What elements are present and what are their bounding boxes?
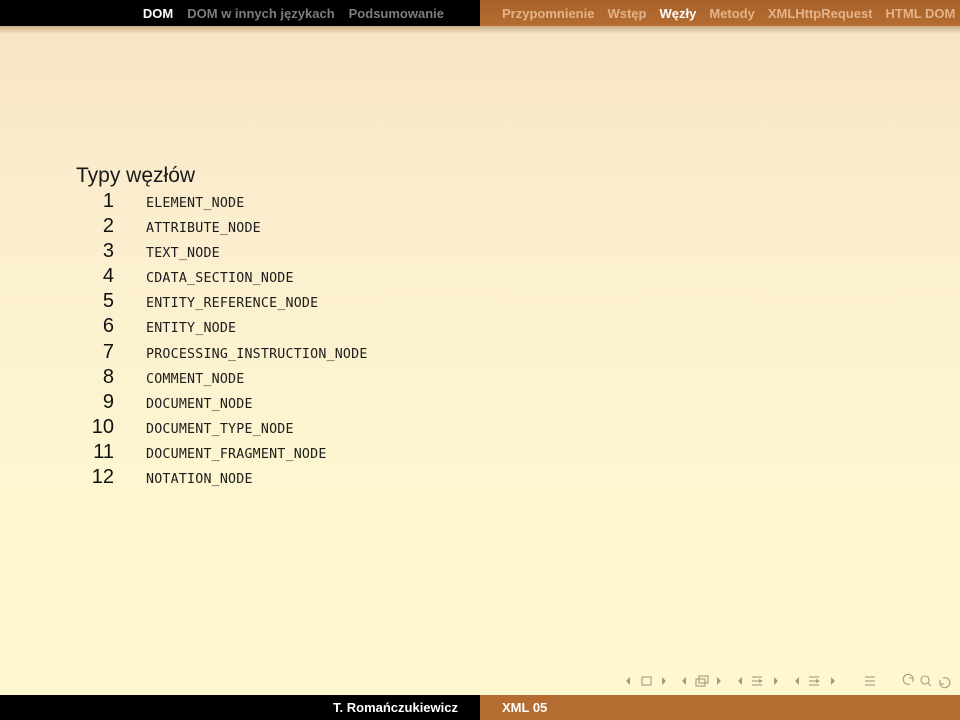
slide-icon[interactable] xyxy=(641,676,652,686)
next-frame-icon[interactable] xyxy=(717,677,721,685)
nav-link-xmlhttprequest[interactable]: XMLHttpRequest xyxy=(768,6,873,21)
node-type-name: PROCESSING_INSTRUCTION_NODE xyxy=(146,346,368,362)
list-item: 2 ATTRIBUTE_NODE xyxy=(76,215,368,240)
node-type-number: 10 xyxy=(91,415,114,438)
nav-link-dom[interactable]: DOM xyxy=(143,6,173,21)
next-section-icon[interactable] xyxy=(831,677,835,685)
node-type-number: 2 xyxy=(102,215,114,238)
node-type-name: DOCUMENT_FRAGMENT_NODE xyxy=(146,446,327,462)
section-icon[interactable] xyxy=(809,676,820,686)
node-type-name: ELEMENT_NODE xyxy=(146,196,245,211)
list-item: 10 DOCUMENT_TYPE_NODE xyxy=(76,416,368,441)
node-type-number: 8 xyxy=(102,365,114,388)
node-type-name: ENTITY_NODE xyxy=(146,321,237,337)
node-type-name: NOTATION_NODE xyxy=(146,472,253,488)
next-subsection-icon[interactable] xyxy=(774,677,778,685)
next-slide-icon[interactable] xyxy=(662,677,666,685)
list-item: 11 DOCUMENT_FRAGMENT_NODE xyxy=(76,441,368,466)
nav-link-nodes[interactable]: Węzły xyxy=(659,6,696,21)
node-type-name: COMMENT_NODE xyxy=(146,371,245,387)
node-type-name: TEXT_NODE xyxy=(146,246,220,262)
nav-link-intro[interactable]: Wstęp xyxy=(607,6,646,21)
list-item: 5 ENTITY_REFERENCE_NODE xyxy=(76,290,368,315)
nav-link-html-dom[interactable]: HTML DOM xyxy=(886,6,956,21)
nav-link-summary[interactable]: Podsumowanie xyxy=(349,6,444,21)
node-type-name: CDATA_SECTION_NODE xyxy=(146,271,294,287)
footer-short-title: XML 05 xyxy=(480,695,960,720)
search-icon[interactable] xyxy=(920,675,932,687)
node-type-name: DOCUMENT_NODE xyxy=(146,396,253,412)
prev-frame-icon[interactable] xyxy=(682,677,686,685)
list-item: 3 TEXT_NODE xyxy=(76,240,368,265)
node-type-number: 6 xyxy=(102,315,114,338)
frame-icon[interactable] xyxy=(695,675,709,687)
beamer-navigation-symbols xyxy=(626,673,951,689)
header-subsections-right: Przypomnienie Wstęp Węzły Metody XMLHttp… xyxy=(480,0,960,26)
node-type-name: DOCUMENT_TYPE_NODE xyxy=(146,421,294,437)
node-type-list: 1 ELEMENT_NODE 2 ATTRIBUTE_NODE 3 TEXT_NODE… xyxy=(76,190,368,491)
list-item: 6 ENTITY_NODE xyxy=(76,315,368,340)
header-bar: DOM DOM w innych językach Podsumowanie P… xyxy=(0,0,960,26)
footer-bar: T. Romańczukiewicz XML 05 xyxy=(0,695,960,720)
back-icon[interactable] xyxy=(902,673,914,685)
node-type-number: 11 xyxy=(93,440,114,463)
list-item: 1 ELEMENT_NODE xyxy=(76,190,368,215)
footer-author: T. Romańczukiewicz xyxy=(0,695,480,720)
subsection-icon[interactable] xyxy=(752,676,763,686)
list-item: 12 NOTATION_NODE xyxy=(76,466,368,491)
node-type-number: 5 xyxy=(102,290,114,313)
forward-icon[interactable] xyxy=(939,677,951,689)
nav-link-dom-other-languages[interactable]: DOM w innych językach xyxy=(187,6,334,21)
node-type-name: ENTITY_REFERENCE_NODE xyxy=(146,296,319,312)
prev-slide-icon[interactable] xyxy=(626,677,630,685)
list-item: 7 PROCESSING_INSTRUCTION_NODE xyxy=(76,341,368,366)
node-type-number: 12 xyxy=(91,466,114,489)
list-item: 9 DOCUMENT_NODE xyxy=(76,391,368,416)
header-sections-left: DOM DOM w innych językach Podsumowanie xyxy=(0,0,480,26)
prev-subsection-icon[interactable] xyxy=(738,677,742,685)
slide-title: Typy węzłów xyxy=(76,164,196,187)
nav-link-reminder[interactable]: Przypomnienie xyxy=(502,6,594,21)
list-item: 4 CDATA_SECTION_NODE xyxy=(76,265,368,290)
node-type-number: 7 xyxy=(102,340,114,363)
node-type-number: 1 xyxy=(102,190,114,212)
node-type-number: 4 xyxy=(102,265,114,288)
node-type-number: 9 xyxy=(102,390,114,413)
nav-link-methods[interactable]: Metody xyxy=(709,6,755,21)
node-type-name: ATTRIBUTE_NODE xyxy=(146,221,261,237)
align-icon[interactable] xyxy=(865,676,875,686)
list-item: 8 COMMENT_NODE xyxy=(76,366,368,391)
prev-section-icon[interactable] xyxy=(795,677,799,685)
node-type-number: 3 xyxy=(102,240,114,263)
header-shadow xyxy=(0,26,960,34)
